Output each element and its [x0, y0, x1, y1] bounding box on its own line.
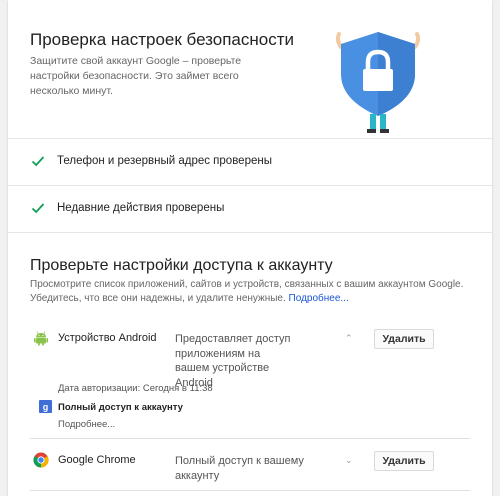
security-checkup-card: Проверка настроек безопасности Защитите … [8, 0, 492, 496]
check-label-phone: Телефон и резервный адрес проверены [57, 155, 272, 167]
permission-label: Полный доступ к аккаунту [58, 402, 183, 413]
check-icon [31, 156, 45, 167]
security-shield-illustration [335, 32, 421, 133]
remove-chrome-button[interactable]: Удалить [374, 451, 434, 471]
access-more-link[interactable]: Подробнее... [289, 293, 349, 304]
remove-android-button[interactable]: Удалить [374, 329, 434, 349]
app-description-android: Предоставляет доступ приложениям на ваше… [175, 333, 291, 389]
check-icon [31, 203, 45, 214]
app-description-chrome: Полный доступ к вашему аккаунту [175, 455, 304, 482]
access-section-description: Просмотрите список приложений, сайтов и … [30, 279, 464, 304]
access-section-title: Проверьте настройки доступа к аккаунту [30, 257, 333, 274]
check-label-activity: Недавние действия проверены [57, 202, 225, 214]
check-row-phone: Телефон и резервный адрес проверены [8, 139, 492, 186]
svg-text:g: g [43, 402, 49, 412]
divider [30, 490, 470, 491]
chevron-down-icon[interactable]: ⌄ [345, 455, 353, 466]
chrome-icon [33, 452, 49, 468]
auth-date: Дата авторизации: Сегодня в 11:38 [58, 383, 213, 394]
android-icon [34, 331, 48, 346]
google-plus-icon: g [39, 400, 52, 413]
divider [30, 438, 470, 439]
security-checkup-hero: Проверка настроек безопасности Защитите … [8, 0, 492, 139]
app-name-android: Устройство Android [58, 332, 157, 344]
chevron-up-icon[interactable]: ⌃ [345, 333, 353, 344]
app-more-link[interactable]: Подробнее... [58, 419, 115, 430]
check-row-activity: Недавние действия проверены [8, 186, 492, 233]
page-title: Проверка настроек безопасности [30, 30, 294, 49]
app-name-chrome: Google Chrome [58, 454, 136, 466]
hero-description: Защитите свой аккаунт Google – проверьте… [30, 55, 242, 97]
